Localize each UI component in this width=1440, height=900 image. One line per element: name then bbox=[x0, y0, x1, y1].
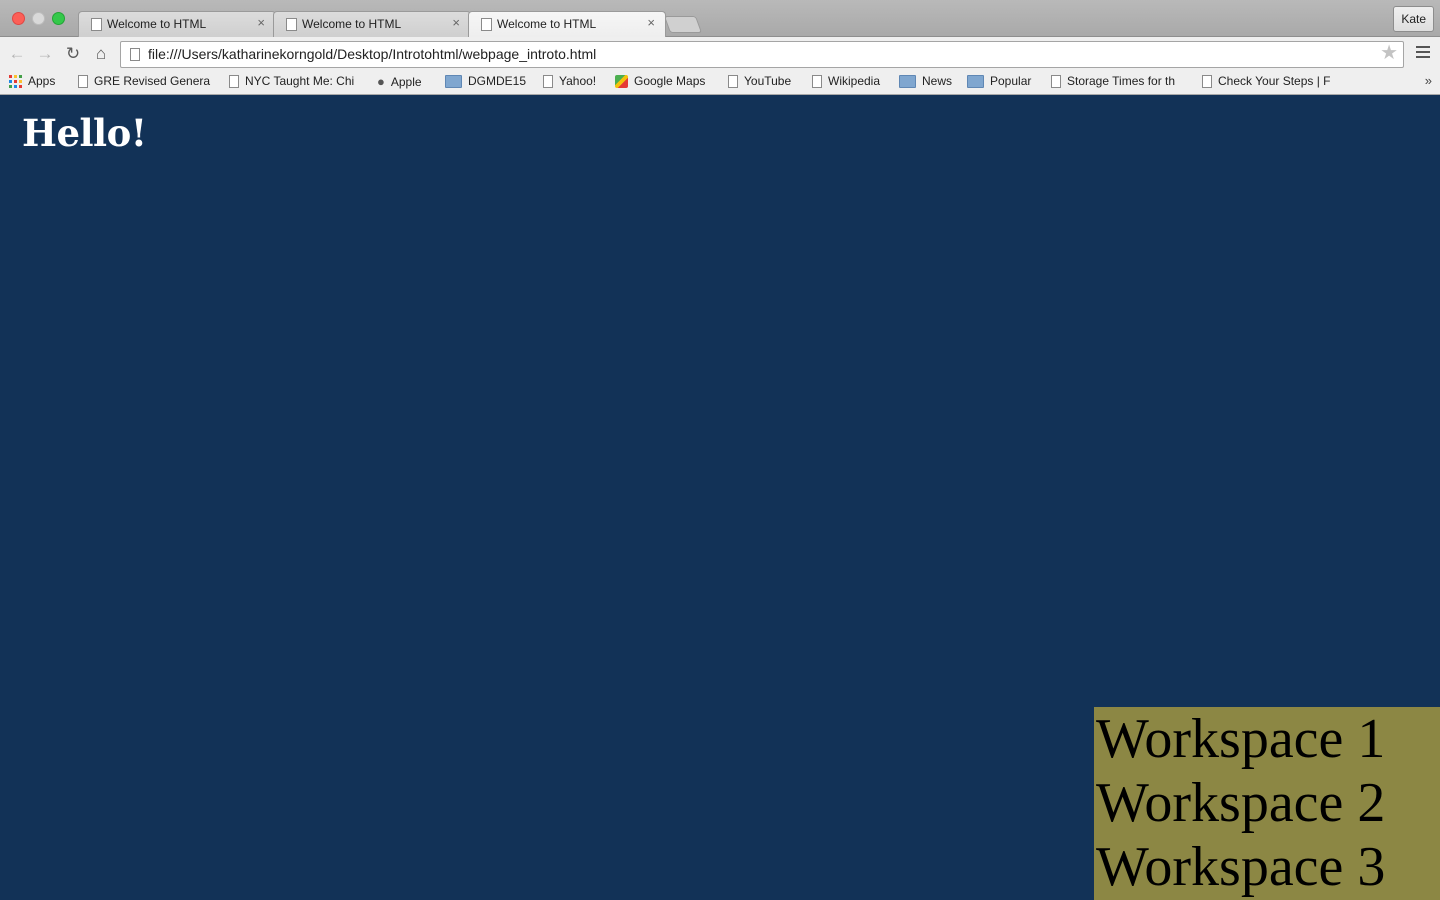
bookmark-item[interactable]: Check Your Steps | F bbox=[1202, 74, 1331, 88]
minimize-window-button[interactable] bbox=[32, 12, 45, 25]
bookmark-item[interactable]: ● Apple bbox=[377, 74, 422, 89]
page-heading: Hello! bbox=[22, 111, 147, 155]
bookmark-label: Yahoo! bbox=[559, 74, 597, 88]
bookmark-item[interactable]: YouTube bbox=[728, 74, 791, 88]
bookmarks-bar: Apps GRE Revised Genera NYC Taught Me: C… bbox=[0, 70, 1440, 95]
apple-icon: ● bbox=[377, 74, 385, 89]
tab-title: Welcome to HTML bbox=[107, 17, 207, 31]
bookmark-label: Apple bbox=[390, 74, 422, 89]
bookmark-label: Check Your Steps | F bbox=[1218, 74, 1331, 88]
bookmarks-overflow-icon[interactable]: » bbox=[1425, 73, 1432, 88]
page-icon bbox=[1202, 74, 1212, 88]
workspace-item: Workspace 1 bbox=[1096, 708, 1386, 770]
page-icon bbox=[78, 74, 88, 88]
bookmark-item[interactable]: NYC Taught Me: Chi bbox=[229, 74, 354, 88]
bookmark-label: Wikipedia bbox=[828, 74, 881, 88]
page-icon bbox=[91, 18, 102, 31]
bookmark-apps[interactable]: Apps bbox=[9, 74, 55, 88]
tab-strip: Welcome to HTML × Welcome to HTML × Welc… bbox=[0, 0, 1440, 37]
menu-icon[interactable] bbox=[1416, 46, 1430, 61]
page-icon bbox=[812, 74, 822, 88]
page-icon bbox=[481, 18, 492, 31]
bookmark-label: Apps bbox=[28, 74, 56, 88]
tab-title: Welcome to HTML bbox=[497, 17, 597, 31]
bookmark-folder[interactable]: Popular bbox=[967, 74, 1031, 88]
close-tab-icon[interactable]: × bbox=[452, 15, 460, 30]
page-icon bbox=[543, 74, 553, 88]
back-arrow-icon[interactable]: ← bbox=[6, 43, 28, 65]
bookmark-folder[interactable]: News bbox=[899, 74, 952, 88]
bookmark-item[interactable]: GRE Revised Genera bbox=[78, 74, 210, 88]
workspace-item: Workspace 3 bbox=[1096, 836, 1386, 898]
bookmark-item[interactable]: Storage Times for th bbox=[1051, 74, 1175, 88]
folder-icon bbox=[967, 74, 984, 88]
workspace-item: Workspace 2 bbox=[1096, 772, 1386, 834]
bookmark-label: YouTube bbox=[744, 74, 792, 88]
bookmark-label: DGMDE15 bbox=[468, 74, 527, 88]
browser-tab-active[interactable]: Welcome to HTML × bbox=[468, 11, 666, 37]
bookmark-label: Google Maps bbox=[634, 74, 706, 88]
forward-arrow-icon[interactable]: → bbox=[34, 43, 56, 65]
close-tab-icon[interactable]: × bbox=[647, 15, 655, 30]
folder-icon bbox=[899, 74, 916, 88]
bookmark-item[interactable]: Yahoo! bbox=[543, 74, 596, 88]
folder-icon bbox=[445, 74, 462, 88]
bookmark-item[interactable]: Google Maps bbox=[615, 74, 705, 88]
page-icon bbox=[1051, 74, 1061, 88]
page-icon bbox=[229, 74, 239, 88]
bookmark-label: NYC Taught Me: Chi bbox=[245, 74, 355, 88]
bookmark-label: News bbox=[922, 74, 953, 88]
reload-icon[interactable]: ↻ bbox=[62, 43, 84, 65]
browser-toolbar: ← → ↻ ⌂ file:///Users/katharinekorngold/… bbox=[0, 37, 1440, 70]
workspace-list: Workspace 1 Workspace 2 Workspace 3 bbox=[1094, 707, 1440, 900]
browser-tab[interactable]: Welcome to HTML × bbox=[273, 11, 471, 37]
address-bar[interactable]: file:///Users/katharinekorngold/Desktop/… bbox=[120, 41, 1404, 68]
url-text[interactable]: file:///Users/katharinekorngold/Desktop/… bbox=[148, 46, 596, 62]
bookmark-label: GRE Revised Genera bbox=[94, 74, 211, 88]
page-icon bbox=[286, 18, 297, 31]
bookmark-folder[interactable]: DGMDE15 bbox=[445, 74, 526, 88]
apps-icon bbox=[9, 74, 22, 88]
page-content: Hello! Workspace 1 Workspace 2 Workspace… bbox=[0, 95, 1440, 900]
new-tab-button[interactable] bbox=[663, 16, 703, 33]
close-tab-icon[interactable]: × bbox=[257, 15, 265, 30]
close-window-button[interactable] bbox=[12, 12, 25, 25]
bookmark-label: Popular bbox=[990, 74, 1032, 88]
bookmark-label: Storage Times for th bbox=[1067, 74, 1176, 88]
page-icon bbox=[728, 74, 738, 88]
profile-button[interactable]: Kate bbox=[1393, 6, 1434, 32]
tab-title: Welcome to HTML bbox=[302, 17, 402, 31]
zoom-window-button[interactable] bbox=[52, 12, 65, 25]
bookmark-item[interactable]: Wikipedia bbox=[812, 74, 880, 88]
maps-icon bbox=[615, 74, 628, 88]
page-icon bbox=[130, 48, 140, 61]
home-icon[interactable]: ⌂ bbox=[90, 43, 112, 65]
bookmark-star-icon[interactable]: ★ bbox=[1380, 43, 1398, 63]
browser-tab[interactable]: Welcome to HTML × bbox=[78, 11, 276, 37]
